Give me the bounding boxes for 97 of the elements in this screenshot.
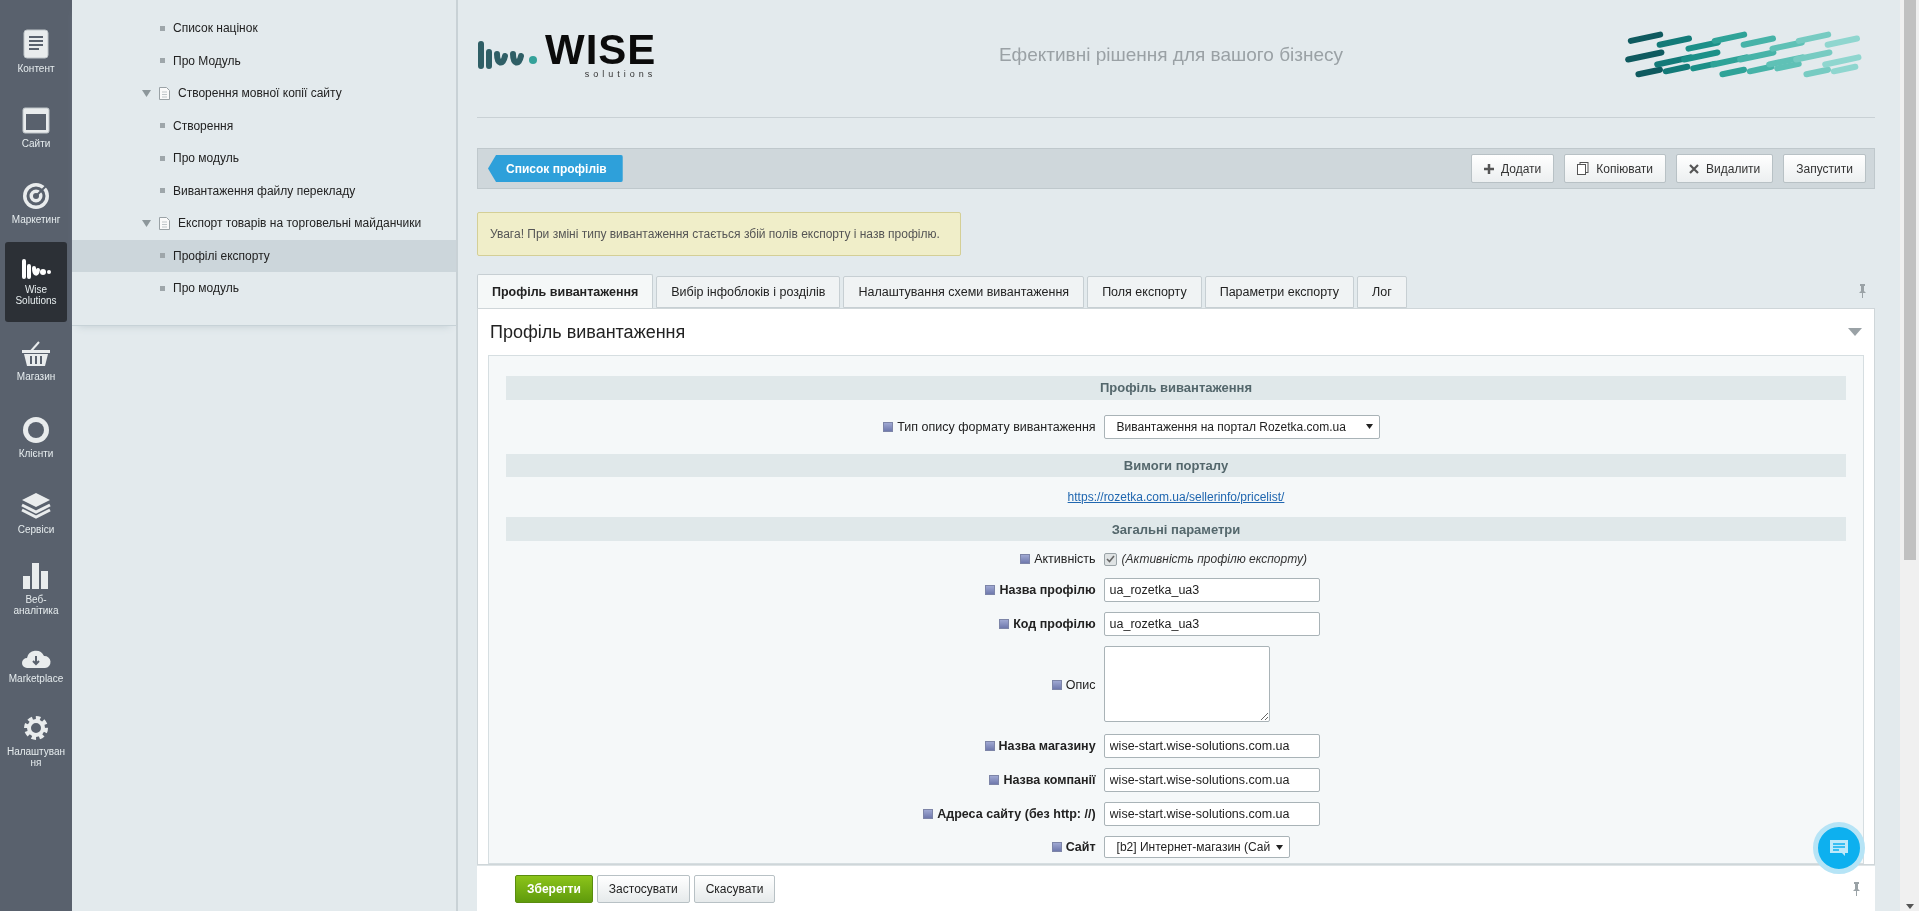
field-label: Опис [1065,678,1096,692]
nav-item[interactable]: Магазин [5,324,67,398]
pin-icon[interactable] [1858,284,1867,298]
tree-item[interactable]: Створення [72,109,456,142]
tree-item[interactable]: Про модуль [72,142,456,175]
scroll-down-icon[interactable] [1905,904,1914,909]
expanded-arrow-icon[interactable] [142,219,151,227]
nav-item[interactable]: Сайти [5,90,67,164]
help-icon[interactable] [1020,554,1031,564]
checkbox[interactable] [1103,552,1117,566]
bullet-icon [160,188,165,194]
tagline: Ефективні рішення для вашого бізнесу [998,43,1344,66]
text-field[interactable]: ua_rozetka_ua3 [1103,578,1320,602]
basket-icon [21,340,51,367]
bar-chart-icon [22,562,50,590]
nav-item[interactable]: Wise Solutions [5,242,67,322]
footer-button[interactable]: Скасувати [693,874,776,903]
expanded-arrow-icon[interactable] [142,89,151,97]
portal-link[interactable]: https://rozetka.com.ua/sellerinfo/pricelist/ [1067,490,1285,505]
scrollbar[interactable] [1900,0,1919,911]
help-icon[interactable] [923,809,934,819]
bullet-icon [160,285,165,291]
toolbar-button[interactable]: Запустити [1783,154,1866,183]
dropdown-caret-icon [1365,424,1373,430]
nav-item[interactable]: Marketplace [5,628,67,702]
text-field[interactable]: wise-start.wise-solutions.com.ua [1103,768,1320,792]
warning-message: Увага! При зміні типу вивантаження стається збій полів експорту і назв профілю. [477,212,961,256]
target-icon [22,181,50,210]
pin-icon[interactable] [1852,881,1861,896]
nav-item[interactable]: Налаштування [5,704,67,778]
document-icon [23,28,49,59]
help-icon[interactable] [883,421,894,432]
nav-item[interactable]: Сервіси [5,476,67,550]
field-label: Назва компанії [1003,773,1096,787]
tab[interactable]: Вибір інфоблоків і розділів [656,276,841,308]
field-label: Адреса сайту (без http: //) [937,807,1096,821]
field-label: Активність [1034,552,1096,566]
close-icon [1689,163,1699,174]
field-label: Назва магазину [998,739,1096,753]
bullet-icon [160,25,165,31]
help-icon[interactable] [984,741,995,751]
toolbar-button[interactable]: Копіювати [1564,154,1666,183]
tree-item[interactable]: Список націнок [72,12,456,45]
section-header: Загальні параметри [506,517,1846,541]
bullet-icon [160,253,165,259]
help-icon[interactable] [999,619,1010,629]
tree-item[interactable]: Про модуль [72,272,456,305]
layers-icon [21,491,51,520]
nav-item[interactable]: Клієнти [5,400,67,474]
toolbar-button[interactable]: Видалити [1676,154,1774,183]
tree-item[interactable]: Вивантаження файлу перекладу [72,174,456,207]
collapse-arrow-icon[interactable] [1848,328,1862,336]
nav-item[interactable]: Маркетинг [5,166,67,240]
bullet-icon [160,58,165,64]
bullet-icon [160,123,165,129]
logo-subtext: solutions [584,68,657,79]
toolbar-button[interactable]: Додати [1471,154,1555,183]
settings-icon [22,714,50,742]
format-select[interactable]: Вивантаження на портал Rozetka.com.ua [1103,414,1380,439]
help-icon[interactable] [1051,842,1062,852]
footer-button[interactable]: Застосувати [596,874,690,903]
help-icon[interactable] [989,775,1000,785]
text-field[interactable]: wise-start.wise-solutions.com.ua [1103,734,1320,758]
tab[interactable]: Параметри експорту [1204,276,1355,308]
bullet-icon [160,155,165,161]
text-field[interactable]: wise-start.wise-solutions.com.ua [1103,802,1320,826]
tree-item[interactable]: Профілі експорту [72,239,456,272]
chat-icon [1829,839,1849,857]
document-icon [159,216,170,230]
field-label: Тип опису формату вивантаження [897,419,1096,434]
section-header: Вимоги порталу [506,453,1846,478]
section-header: Профіль вивантаження [506,376,1846,400]
field-label: Сайт [1065,840,1096,854]
site-select[interactable]: [b2] Интернет-магазин (Сай [1103,836,1290,858]
help-icon[interactable] [1051,680,1062,690]
field-label: Назва профілю [999,583,1096,597]
panel-title: Профіль вивантаження [490,321,686,343]
tab[interactable]: Налаштування схеми вивантаження [843,276,1085,308]
tab[interactable]: Лог [1357,276,1407,308]
plus-icon [1484,163,1495,174]
tree-item[interactable]: Експорт товарів на торговельні майданчики [72,207,456,240]
nav-item[interactable]: Веб-аналітика [5,552,67,626]
dropdown-caret-icon [1275,844,1283,850]
description-field[interactable] [1103,645,1270,722]
tree-item[interactable]: Створення мовної копії сайту [72,77,456,110]
tab[interactable]: Профіль вивантаження [477,274,654,308]
checkbox-note: (Активність профілю експорту) [1121,552,1307,566]
logo-text: WISE [545,30,657,69]
copy-icon [1577,162,1590,175]
tree-item[interactable]: Про Модуль [72,44,456,77]
text-field[interactable]: ua_rozetka_ua3 [1103,612,1320,636]
document-icon [159,86,170,100]
help-icon[interactable] [985,585,996,595]
brand-icon [21,258,51,280]
tab[interactable]: Поля експорту [1087,276,1202,308]
field-label: Код профілю [1013,617,1096,631]
nav-item[interactable]: Контент [5,14,67,88]
